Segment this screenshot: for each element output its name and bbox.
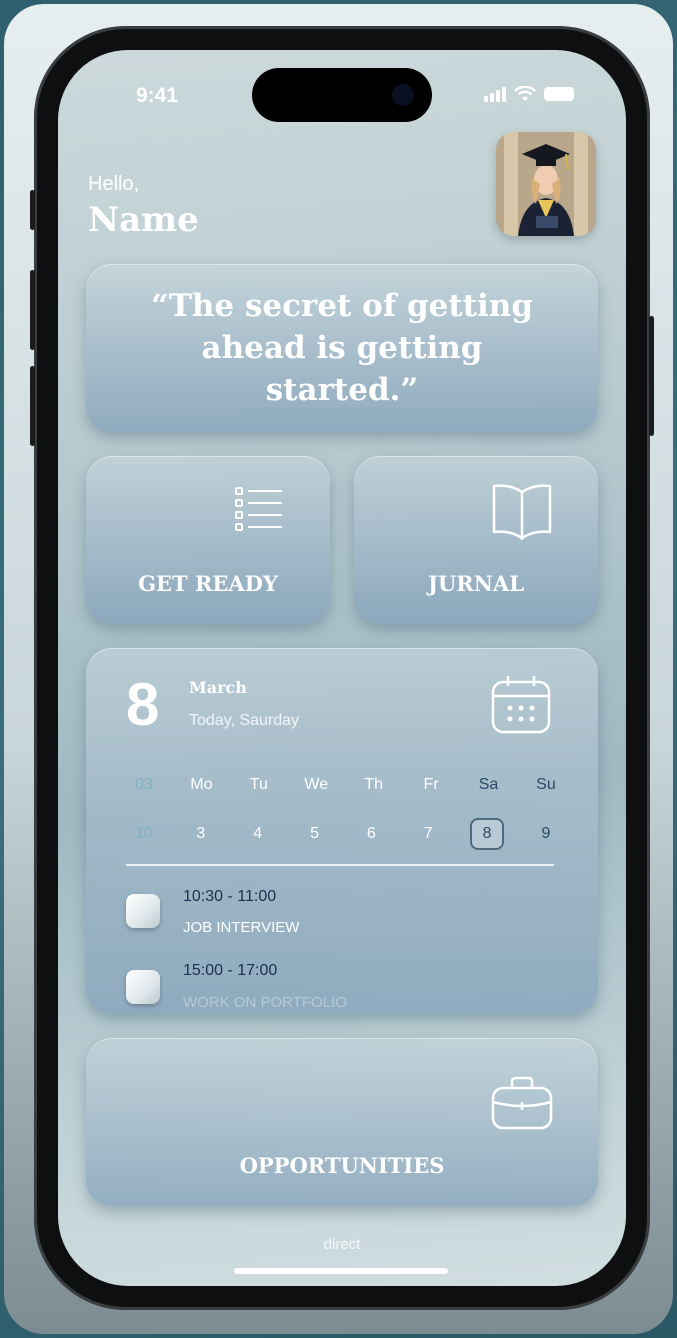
- weekday-label: Mo: [190, 776, 213, 793]
- volume-up-button: [30, 270, 35, 350]
- greeting-hello: Hello,: [88, 173, 140, 195]
- weekday-label: Th: [364, 776, 384, 793]
- weekday-label: We: [304, 776, 329, 793]
- briefcase-icon: [491, 1076, 553, 1130]
- weekday-label: Sa: [478, 776, 499, 793]
- date-cell[interactable]: 3: [177, 825, 225, 843]
- week-header: 03 Mo Tu We Th Fr Sa Su: [120, 776, 570, 794]
- quote-card: “The secret of getting ahead is getting …: [86, 264, 598, 432]
- volume-down-button: [30, 366, 35, 446]
- week-dates: 10 3 4 5 6 7 8 9: [120, 818, 570, 850]
- opportunities-card[interactable]: OPPORTUNITIES: [86, 1038, 598, 1206]
- calendar-icon[interactable]: [490, 674, 552, 734]
- journal-label: JURNAL: [428, 571, 524, 596]
- week-label: 10: [135, 825, 153, 842]
- quote-text: “The secret of getting ahead is getting …: [150, 288, 533, 408]
- event-title: WORK ON PORTFOLIO: [183, 994, 347, 1011]
- power-button: [649, 316, 654, 436]
- mute-switch: [30, 190, 35, 230]
- week-number: 03: [135, 776, 153, 793]
- avatar[interactable]: [496, 132, 596, 236]
- date-cell[interactable]: 5: [291, 825, 339, 843]
- get-ready-label: GET READY: [138, 571, 278, 596]
- battery-icon: [544, 87, 574, 101]
- calendar-card: 8 March Today, Saurday 03 Mo Tu We Th Fr…: [86, 648, 598, 1014]
- event-title: JOB INTERVIEW: [183, 919, 300, 936]
- camera-icon: [392, 84, 414, 106]
- date-cell[interactable]: 7: [404, 825, 452, 843]
- status-icons: [484, 86, 574, 102]
- date-cell-selected[interactable]: 8: [470, 818, 505, 850]
- calendar-today-label: Today, Saurday: [189, 712, 299, 729]
- graduate-photo: [496, 132, 596, 236]
- dynamic-island: [252, 68, 432, 122]
- event-time: 15:00 - 17:00: [183, 962, 278, 979]
- book-icon: [492, 484, 552, 540]
- get-ready-tile[interactable]: GET READY: [86, 456, 330, 624]
- weekday-label: Fr: [423, 776, 439, 793]
- checklist-icon: [235, 487, 282, 531]
- wifi-icon: [514, 86, 536, 101]
- home-indicator[interactable]: [234, 1268, 448, 1274]
- phone-screen: 9:41 Hello, Name “The secret of getting …: [58, 50, 626, 1286]
- user-name: Name: [88, 200, 199, 240]
- calendar-day: 8: [126, 671, 160, 738]
- footer-label[interactable]: direct: [58, 1236, 626, 1253]
- date-cell[interactable]: 9: [522, 825, 570, 843]
- signal-icon: [484, 86, 506, 102]
- opportunities-label: OPPORTUNITIES: [239, 1153, 445, 1178]
- date-cell[interactable]: 6: [347, 825, 395, 843]
- weekday-label: Tu: [249, 776, 268, 793]
- event-time: 10:30 - 11:00: [183, 888, 277, 905]
- calendar-divider: [126, 864, 554, 866]
- weekday-label: Su: [536, 776, 556, 793]
- journal-tile[interactable]: JURNAL: [354, 456, 598, 624]
- calendar-month: March: [189, 678, 247, 697]
- event-checkbox[interactable]: [126, 894, 160, 928]
- event-checkbox[interactable]: [126, 970, 160, 1004]
- status-time: 9:41: [136, 84, 179, 107]
- date-cell[interactable]: 4: [234, 825, 282, 843]
